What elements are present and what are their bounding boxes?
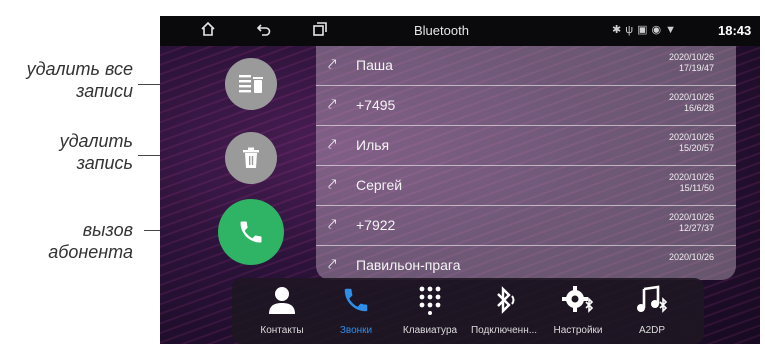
- contact-name: Сергей: [356, 177, 403, 193]
- annotation-line-1: вызов: [82, 220, 133, 240]
- call-log-list[interactable]: ⤤ Паша 2020/10/26 17/19/47 ⤤ +7495 2020/10/26 1…: [316, 46, 736, 280]
- annotation-line-2: запись: [76, 153, 133, 173]
- call-button[interactable]: [218, 199, 284, 265]
- dock-item-label: Настройки: [553, 325, 603, 336]
- wifi-icon: ▼: [665, 24, 680, 36]
- call-time: 15/11/50: [679, 183, 714, 193]
- calls-icon: [320, 284, 392, 316]
- contact-name: Паша: [356, 57, 393, 73]
- dock-item-bluetooth-connect[interactable]: Подключенн...: [468, 278, 540, 344]
- clock: 18:43: [718, 23, 752, 38]
- window-title: Bluetooth: [414, 23, 469, 38]
- delete-all-icon: [239, 75, 263, 93]
- missed-call-icon: ⤤: [328, 256, 337, 273]
- dock-item-contacts[interactable]: Контакты: [246, 278, 318, 344]
- annotation-line-2: абонента: [48, 242, 133, 262]
- call-time: 16/6/28: [683, 103, 714, 113]
- dock-item-label: Клавиатура: [402, 325, 458, 336]
- contact-name: Илья: [356, 137, 390, 153]
- head-unit-screen: Bluetooth ✱ψ▣◉▼ 18:43 ⤤ Паша 2020/10/26 17/…: [160, 16, 760, 344]
- call-log-row[interactable]: ⤤ +7922 2020/10/26 12/27/37: [316, 206, 736, 246]
- missed-call-icon: ⤤: [328, 96, 337, 113]
- delete-all-records-button[interactable]: [225, 58, 277, 110]
- call-date: 2020/10/26: [668, 52, 714, 62]
- call-datetime: 2020/10/26 15/11/50: [634, 172, 714, 194]
- location-icon: ◉: [651, 24, 666, 36]
- call-log-row[interactable]: ⤤ Сергей 2020/10/26 15/11/50: [316, 166, 736, 206]
- dock-item-label: Контакты: [260, 325, 304, 336]
- call-datetime: 2020/10/26 15/20/57: [634, 132, 714, 154]
- contacts-icon: [246, 284, 318, 316]
- annotation-line-1: удалить все: [26, 59, 133, 79]
- dock-item-keypad[interactable]: Клавиатура: [394, 278, 466, 344]
- phone-icon: [240, 221, 262, 243]
- call-log-row[interactable]: ⤤ Павильон-прага 2020/10/26: [316, 246, 736, 280]
- call-date: 2020/10/26: [668, 212, 714, 222]
- missed-call-icon: ⤤: [328, 56, 337, 73]
- a2dp-music-icon: [616, 284, 688, 316]
- settings-icon: [542, 284, 614, 316]
- status-icons: ✱ψ▣◉▼: [612, 23, 680, 36]
- dock-item-a2dp-music[interactable]: A2DP: [616, 278, 688, 344]
- contact-name: +7922: [356, 217, 396, 233]
- trash-icon: [243, 147, 259, 168]
- keypad-icon: [394, 284, 466, 316]
- contact-name: +7495: [356, 97, 396, 113]
- call-log-row[interactable]: ⤤ +7495 2020/10/26 16/6/28: [316, 86, 736, 126]
- call-time: 12/27/37: [678, 223, 714, 233]
- call-datetime: 2020/10/26 16/6/28: [634, 92, 714, 114]
- call-datetime: 2020/10/26: [634, 252, 714, 263]
- bottom-dock: Контакты Звонки Клавиатура Подключенн... Нас…: [232, 278, 704, 344]
- home-icon[interactable]: [200, 21, 216, 43]
- bluetooth-connect-icon: [468, 284, 540, 316]
- missed-call-icon: ⤤: [328, 136, 337, 153]
- call-time: 17/19/47: [678, 63, 714, 73]
- call-date: 2020/10/26: [668, 92, 714, 102]
- call-date: 2020/10/26: [668, 132, 714, 142]
- call-time: 15/20/57: [678, 143, 714, 153]
- contact-name: Павильон-прага: [356, 257, 461, 273]
- dock-item-label: Подключенн...: [470, 325, 538, 336]
- recent-apps-icon[interactable]: [312, 21, 328, 43]
- annotation-line-2: записи: [76, 81, 133, 101]
- usb-icon: ψ: [625, 24, 638, 36]
- dock-item-label: A2DP: [638, 325, 666, 336]
- delete-record-button[interactable]: [225, 132, 277, 184]
- call-datetime: 2020/10/26 17/19/47: [634, 52, 714, 74]
- back-icon[interactable]: [256, 21, 272, 43]
- annotation-line-1: удалить: [59, 131, 133, 151]
- missed-call-icon: ⤤: [328, 216, 337, 233]
- status-bar: Bluetooth ✱ψ▣◉▼ 18:43: [160, 16, 760, 46]
- call-log-row[interactable]: ⤤ Илья 2020/10/26 15/20/57: [316, 126, 736, 166]
- annotation-call: вызов абонента: [48, 219, 133, 263]
- call-date: 2020/10/26: [668, 172, 714, 182]
- dock-item-calls[interactable]: Звонки: [320, 278, 392, 344]
- dock-item-settings[interactable]: Настройки: [542, 278, 614, 344]
- call-log-row[interactable]: ⤤ Паша 2020/10/26 17/19/47: [316, 46, 736, 86]
- dock-item-label: Звонки: [339, 325, 373, 336]
- missed-call-icon: ⤤: [328, 176, 337, 193]
- call-date: 2020/10/26: [668, 252, 714, 262]
- annotation-delete-one: удалить запись: [60, 130, 133, 174]
- annotation-delete-all: удалить все записи: [27, 58, 133, 102]
- sd-card-icon: ▣: [637, 24, 652, 36]
- call-datetime: 2020/10/26 12/27/37: [634, 212, 714, 234]
- bluetooth-icon: ✱: [612, 24, 626, 36]
